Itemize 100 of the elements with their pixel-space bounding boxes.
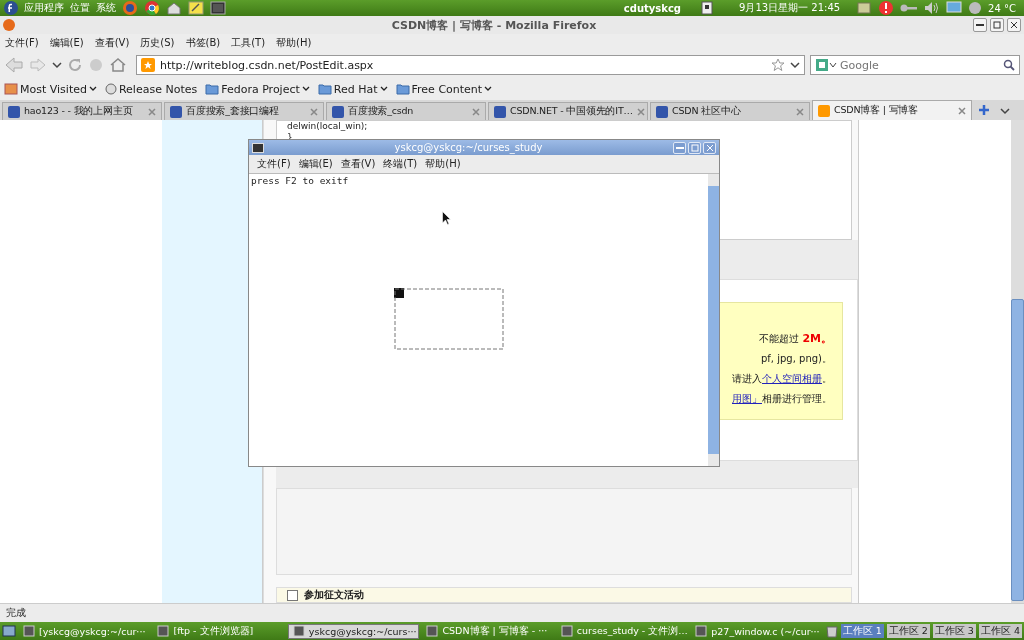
tab-list-icon[interactable]: [1000, 107, 1010, 115]
scrollbar-thumb[interactable]: [1011, 299, 1024, 601]
taskbar-button[interactable]: CSDN博客 | 写博客 - ···: [422, 623, 554, 639]
display-tray-icon[interactable]: [946, 1, 963, 15]
folder-icon: [395, 83, 410, 95]
close-tab-icon[interactable]: [310, 107, 318, 116]
reload-icon[interactable]: [67, 57, 83, 73]
notice-text: 不能超过 2M。: [759, 333, 832, 345]
search-icon[interactable]: [1003, 59, 1015, 71]
tab-favicon-icon: [170, 105, 182, 118]
menu-item[interactable]: 文件(F): [257, 157, 291, 171]
browser-tab[interactable]: CSDN博客 | 写博客: [812, 100, 972, 120]
menu-item[interactable]: 查看(V): [94, 36, 130, 50]
workspace-button[interactable]: 工作区 3: [932, 624, 976, 638]
weather-temperature[interactable]: 24 °C: [988, 2, 1016, 14]
checkbox[interactable]: [287, 589, 298, 601]
search-engine-icon[interactable]: [815, 58, 837, 72]
close-tab-icon[interactable]: [958, 106, 966, 115]
tab-favicon-icon: [656, 105, 668, 118]
browser-tab[interactable]: CSDN.NET - 中国领先的IT…: [488, 102, 648, 120]
browser-launcher-icon[interactable]: [122, 0, 138, 16]
trash-icon[interactable]: [825, 624, 838, 638]
workspace-button[interactable]: 工作区 4: [978, 624, 1022, 638]
bookmark-item[interactable]: Fedora Project: [205, 82, 310, 96]
close-tab-icon[interactable]: [636, 107, 645, 116]
show-desktop-icon[interactable]: [2, 624, 16, 638]
minimize-icon: [675, 146, 684, 149]
window-title: CSDN博客 | 写博客 - Mozilla Firefox: [390, 17, 598, 33]
workspace-button[interactable]: 工作区 1: [840, 624, 884, 638]
menu-item[interactable]: 帮助(H): [276, 36, 312, 50]
notes-launcher-icon[interactable]: [188, 0, 204, 16]
window-icon: [560, 625, 573, 637]
menu-item[interactable]: 历史(S): [140, 36, 175, 50]
close-icon: [1010, 21, 1018, 29]
panel-menu[interactable]: 应用程序: [24, 1, 64, 15]
close-button[interactable]: [1007, 18, 1021, 32]
taskbar-button[interactable]: [yskcg@yskcg:~/cur···: [19, 623, 151, 639]
browser-tab[interactable]: 百度搜索_套接口编程: [164, 102, 324, 120]
update-tray-icon[interactable]: [878, 0, 895, 16]
browser-tab[interactable]: CSDN 社区中心: [650, 102, 810, 120]
new-tab-icon[interactable]: [978, 104, 990, 116]
menu-item[interactable]: 帮助(H): [425, 157, 461, 171]
address-bar[interactable]: http://writeblog.csdn.net/PostEdit.aspx: [136, 55, 805, 75]
notice-text: 相册进行管理。: [762, 393, 832, 405]
page-scrollbar[interactable]: [1011, 120, 1024, 603]
close-tab-icon[interactable]: [148, 107, 156, 116]
menu-item[interactable]: 编辑(E): [49, 36, 84, 50]
forward-icon[interactable]: [29, 57, 47, 73]
close-tab-icon[interactable]: [796, 107, 804, 116]
window-icon: [426, 625, 439, 637]
key-tray-icon[interactable]: [900, 2, 919, 14]
minimize-icon: [976, 24, 984, 26]
page-icon: [104, 83, 117, 95]
taskbar-button[interactable]: [ftp - 文件浏览器]: [153, 623, 285, 639]
device-icon[interactable]: [701, 1, 713, 15]
menu-item[interactable]: 工具(T): [231, 36, 266, 50]
panel-menu[interactable]: 系统: [96, 1, 116, 15]
dropdown-icon[interactable]: [790, 61, 800, 69]
fedora-logo-icon[interactable]: [4, 1, 18, 15]
maximize-icon: [993, 21, 1001, 29]
history-dropdown-icon[interactable]: [52, 61, 62, 69]
status-text: 完成: [6, 606, 26, 620]
menu-item[interactable]: 查看(V): [340, 157, 376, 171]
search-bar[interactable]: Google: [810, 55, 1020, 75]
bookmark-star-icon[interactable]: [771, 58, 785, 72]
taskbar-button[interactable]: yskcg@yskcg:~/curs···: [287, 623, 420, 639]
back-icon[interactable]: [4, 56, 24, 74]
window-icon: [292, 625, 305, 637]
maximize-icon: [690, 143, 699, 152]
terminal-window[interactable]: yskcg@yskcg:~/curses_study 文件(F) 编辑(E) 查看(V) 终端(T) 帮助(H) press F2 to exitf: [248, 139, 720, 467]
volume-icon[interactable]: [924, 1, 941, 15]
menu-item[interactable]: 文件(F): [5, 36, 39, 50]
menu-item[interactable]: 书签(B): [185, 36, 221, 50]
minimize-button[interactable]: [973, 18, 987, 32]
menu-item[interactable]: 终端(T): [383, 157, 418, 171]
firefox-icon: [3, 19, 15, 31]
bookmark-item[interactable]: Most Visited: [4, 82, 97, 96]
folder-icon: [317, 83, 332, 95]
chrome-launcher-icon[interactable]: [144, 0, 160, 16]
home-icon[interactable]: [109, 57, 127, 73]
album-link[interactable]: 用图」: [732, 393, 762, 405]
bookmark-item[interactable]: Release Notes: [104, 82, 198, 96]
clock[interactable]: 9月13日星期一 21:45: [739, 1, 841, 15]
panel-menu[interactable]: 位置: [70, 1, 90, 15]
user-name[interactable]: cdutyskcg: [623, 2, 681, 14]
caret-icon: [88, 86, 97, 92]
bookmark-item[interactable]: Free Content: [395, 82, 493, 96]
menu-item[interactable]: 编辑(E): [298, 157, 333, 171]
album-link[interactable]: 个人空间相册: [762, 373, 822, 385]
caret-icon: [379, 86, 388, 92]
terminal-launcher-icon[interactable]: [210, 0, 226, 16]
network-tray-icon[interactable]: [856, 0, 873, 16]
browser-tab[interactable]: hao123 - - 我的上网主页: [2, 102, 162, 120]
close-tab-icon[interactable]: [472, 107, 480, 116]
browser-tab[interactable]: 百度搜索_csdn: [326, 102, 486, 120]
taskbar-button[interactable]: p27_window.c (~/cur···: [691, 623, 823, 639]
caret-icon: [301, 86, 310, 92]
taskbar-button[interactable]: curses_study - 文件浏…: [556, 623, 689, 639]
bookmark-item[interactable]: Red Hat: [317, 82, 388, 96]
workspace-button[interactable]: 工作区 2: [886, 624, 930, 638]
